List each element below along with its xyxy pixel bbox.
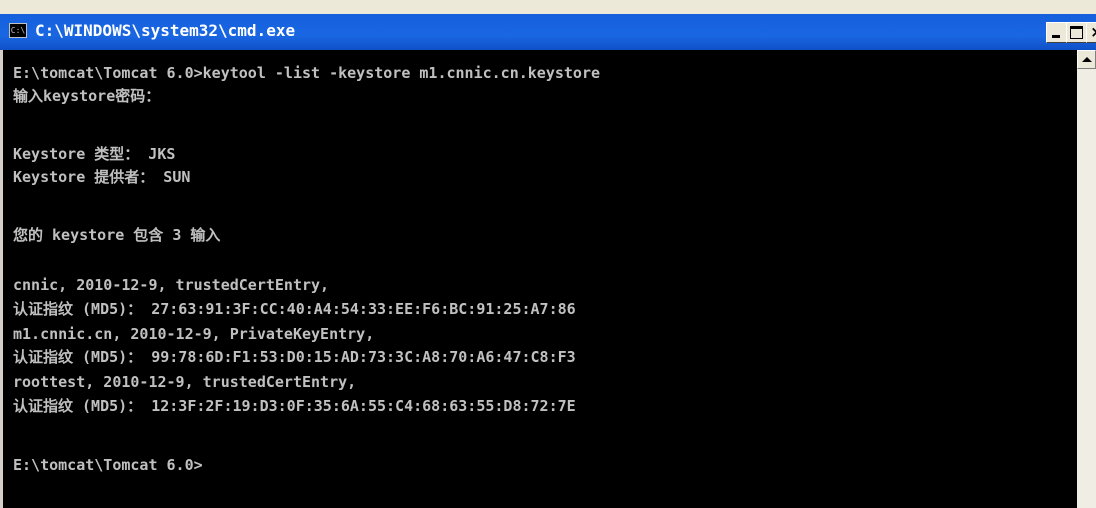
console-line: roottest, 2010-12-9, trustedCertEntry, [13,373,357,391]
minimize-button[interactable] [1046,22,1067,43]
vertical-scrollbar[interactable] [1077,50,1096,508]
console-prompt: E:\tomcat\Tomcat 6.0> [13,456,203,474]
console-line: Keystore 提供者： SUN [13,168,191,186]
maximize-button[interactable] [1066,22,1087,43]
console-line: E:\tomcat\Tomcat 6.0>keytool -list -keys… [13,64,600,82]
console-line: 您的 keystore 包含 3 输入 [13,226,221,244]
maximize-icon [1070,26,1083,39]
console-line: cnnic, 2010-12-9, trustedCertEntry, [13,276,330,294]
close-icon: × [1090,23,1096,41]
scroll-up-button[interactable] [1077,50,1096,69]
close-button[interactable]: × [1086,22,1096,43]
console-line: m1.cnnic.cn, 2010-12-9, PrivateKeyEntry, [13,325,375,343]
title-bar[interactable]: C:\ C:\WINDOWS\system32\cmd.exe × [0,14,1096,50]
window-title: C:\WINDOWS\system32\cmd.exe [35,21,296,40]
console-line: 认证指纹 (MD5)： 99:78:6D:F1:53:D0:15:AD:73:3… [13,348,576,366]
console-line: 认证指纹 (MD5)： 27:63:91:3F:CC:40:A4:54:33:E… [13,300,576,318]
console-output[interactable]: E:\tomcat\Tomcat 6.0>keytool -list -keys… [0,50,1077,508]
cmd-window: C:\ C:\WINDOWS\system32\cmd.exe × E:\tom… [0,0,1096,508]
console-line: 认证指纹 (MD5)： 12:3F:2F:19:D3:0F:35:6A:55:C… [13,397,576,415]
scroll-up-arrow-icon [1082,57,1092,62]
console-line: 输入keystore密码： [13,87,161,105]
cmd-console-icon[interactable]: C:\ [9,23,27,38]
console-line: Keystore 类型： JKS [13,145,176,163]
minimize-icon [1052,35,1060,38]
